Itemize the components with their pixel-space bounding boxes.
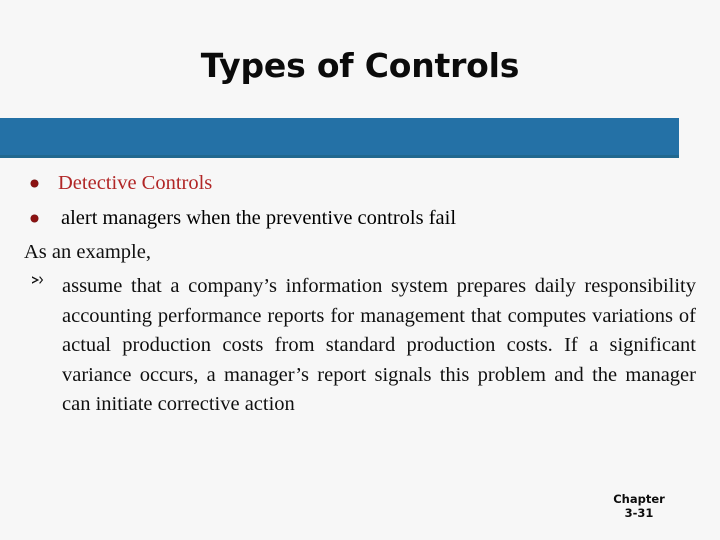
footer-chapter-label: Chapter: [613, 492, 665, 506]
example-paragraph: assume that a company’s information syst…: [24, 272, 696, 420]
slide-body: Detective Controls alert managers when t…: [24, 166, 696, 420]
bullet-dot-icon: [31, 180, 38, 187]
example-paragraph-text: assume that a company’s information syst…: [62, 275, 696, 415]
arrow-bullet-icon: [30, 273, 46, 293]
bullet-dot-icon: [31, 215, 38, 222]
page-title: Types of Controls: [200, 46, 520, 85]
bullet-label-alert-managers: alert managers when the preventive contr…: [61, 207, 457, 229]
bullet-item-alert-managers: alert managers when the preventive contr…: [24, 201, 696, 236]
lead-in-text: As an example,: [24, 241, 151, 263]
footer-chapter-number: 3-31: [624, 506, 654, 520]
bullet-item-detective-controls: Detective Controls: [24, 166, 696, 201]
bullet-label-detective-controls: Detective Controls: [58, 172, 213, 194]
slide: Types of Controls Detective Controls ale…: [0, 0, 720, 540]
title-accent-band: [0, 118, 679, 158]
slide-footer: Chapter 3-31: [584, 492, 694, 520]
